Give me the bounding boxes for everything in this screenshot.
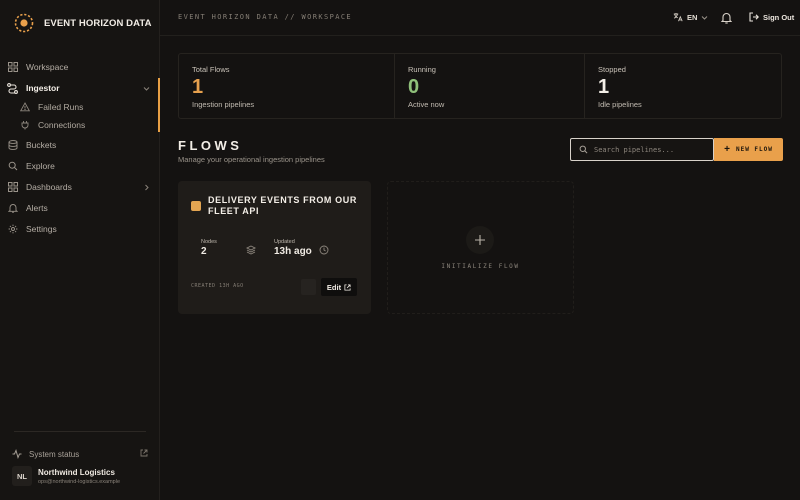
user-profile[interactable]: NL Northwind Logistics ops@northwind-log… [12,466,120,486]
plug-icon [20,120,30,130]
sidebar-divider [14,431,146,432]
updated-label: Updated [274,239,295,245]
database-icon [7,140,18,151]
sidebar-item-label: Dashboards [26,182,72,192]
created-timestamp: CREATED 13H AGO [191,283,244,289]
edit-button[interactable]: Edit [321,278,357,296]
nodes-value: 2 [201,246,207,257]
chevron-down-icon[interactable] [143,84,150,94]
breadcrumb: EVENT HORIZON DATA // WORKSPACE [178,13,353,21]
sidebar: EVENT HORIZON DATA Workspace Ingestor Fa… [0,0,160,500]
notifications-bell-icon[interactable] [720,11,733,29]
edit-label: Edit [326,282,342,292]
sidebar-item-label: Alerts [26,203,48,213]
sidebar-item-dashboards[interactable]: Dashboards [0,177,160,197]
nodes-box: Nodes 2 [191,231,262,266]
sidebar-item-workspace[interactable]: Workspace [0,57,160,77]
sidebar-subitem-label: Failed Runs [38,102,84,112]
language-selector[interactable]: EN [673,12,708,22]
dashboard-icon [7,182,18,193]
stat-subtext: Active now [408,100,445,109]
chevron-right-icon[interactable] [143,183,150,193]
system-status-label: System status [29,449,80,459]
flow-title: DELIVERY EVENTS FROM OUR FLEET API [208,195,357,216]
search-icon [579,145,588,154]
page-title: FLOWS [178,138,243,153]
sidebar-nav: Workspace Ingestor Failed Runs Connectio… [0,57,160,239]
sidebar-item-label: Explore [26,161,55,171]
stat-value: 1 [598,76,610,98]
layers-icon [245,242,257,260]
app-logo[interactable]: EVENT HORIZON DATA [14,13,152,33]
sidebar-subitem-connections[interactable]: Connections [0,116,160,134]
system-status-link[interactable]: System status [12,447,148,461]
user-email: ops@northwind-logistics.example [38,478,121,485]
sidebar-item-settings[interactable]: Settings [0,219,160,239]
bell-icon [7,203,18,214]
plus-icon [466,226,494,254]
avatar: NL [12,466,32,486]
search-input[interactable] [594,145,704,154]
sign-out-icon [749,12,759,22]
stat-subtext: Ingestion pipelines [192,100,255,109]
sidebar-subitem-label: Connections [38,120,86,130]
sidebar-item-ingestor[interactable]: Ingestor [0,78,160,98]
sidebar-subitem-failed-runs[interactable]: Failed Runs [0,98,160,116]
stat-total-flows: Total Flows 1 Ingestion pipelines [179,54,395,118]
stat-value: 0 [408,76,420,98]
page-subtitle: Manage your operational ingestion pipeli… [178,155,325,164]
activity-icon [12,449,22,459]
gear-icon [7,224,18,235]
grid-icon [7,62,18,73]
flow-card[interactable]: DELIVERY EVENTS FROM OUR FLEET API Nodes… [178,181,371,314]
stat-label: Running [408,65,436,74]
flow-action-button[interactable] [301,279,316,295]
new-flow-label: NEW FLOW [735,146,773,153]
sidebar-item-buckets[interactable]: Buckets [0,135,160,155]
route-icon [7,82,18,94]
search-box[interactable] [570,138,714,161]
stat-label: Total Flows [192,65,230,74]
new-flow-button[interactable]: + NEW FLOW [714,138,783,161]
top-bar: EVENT HORIZON DATA // WORKSPACE EN Sign … [160,0,800,36]
app-name: EVENT HORIZON DATA [44,17,152,29]
sidebar-item-alerts[interactable]: Alerts [0,198,160,218]
user-org-name: Northwind Logistics [38,467,115,477]
logo-icon [14,13,34,33]
clock-icon [319,242,329,260]
updated-box: Updated 13h ago [264,231,335,266]
external-link-icon [344,283,351,291]
external-link-icon [140,449,148,459]
sidebar-item-label: Buckets [26,140,57,150]
stat-value: 1 [192,76,204,98]
sidebar-item-explore[interactable]: Explore [0,156,160,176]
sign-out-label: Sign Out [763,12,795,22]
stat-label: Stopped [598,65,626,74]
initialize-flow-label: INITIALIZE FLOW [441,263,520,270]
plus-icon: + [724,143,731,155]
language-label: EN [687,12,698,22]
sign-out-button[interactable]: Sign Out [749,12,794,22]
initialize-flow-card[interactable]: INITIALIZE FLOW [387,181,574,314]
warning-icon [20,102,30,112]
nodes-label: Nodes [201,239,217,245]
stats-panel: Total Flows 1 Ingestion pipelines Runnin… [178,53,782,119]
search-icon [7,161,18,172]
stat-running: Running 0 Active now [395,54,585,118]
sidebar-item-label: Ingestor [26,83,60,93]
updated-value: 13h ago [274,246,312,257]
stat-stopped: Stopped 1 Idle pipelines [585,54,781,118]
sidebar-item-label: Workspace [26,62,69,72]
active-nav-indicator [158,78,160,132]
sidebar-item-label: Settings [26,224,57,234]
stat-subtext: Idle pipelines [598,100,642,109]
flow-color-swatch [191,201,201,211]
chevron-down-icon [701,14,708,21]
translate-icon [673,12,683,22]
